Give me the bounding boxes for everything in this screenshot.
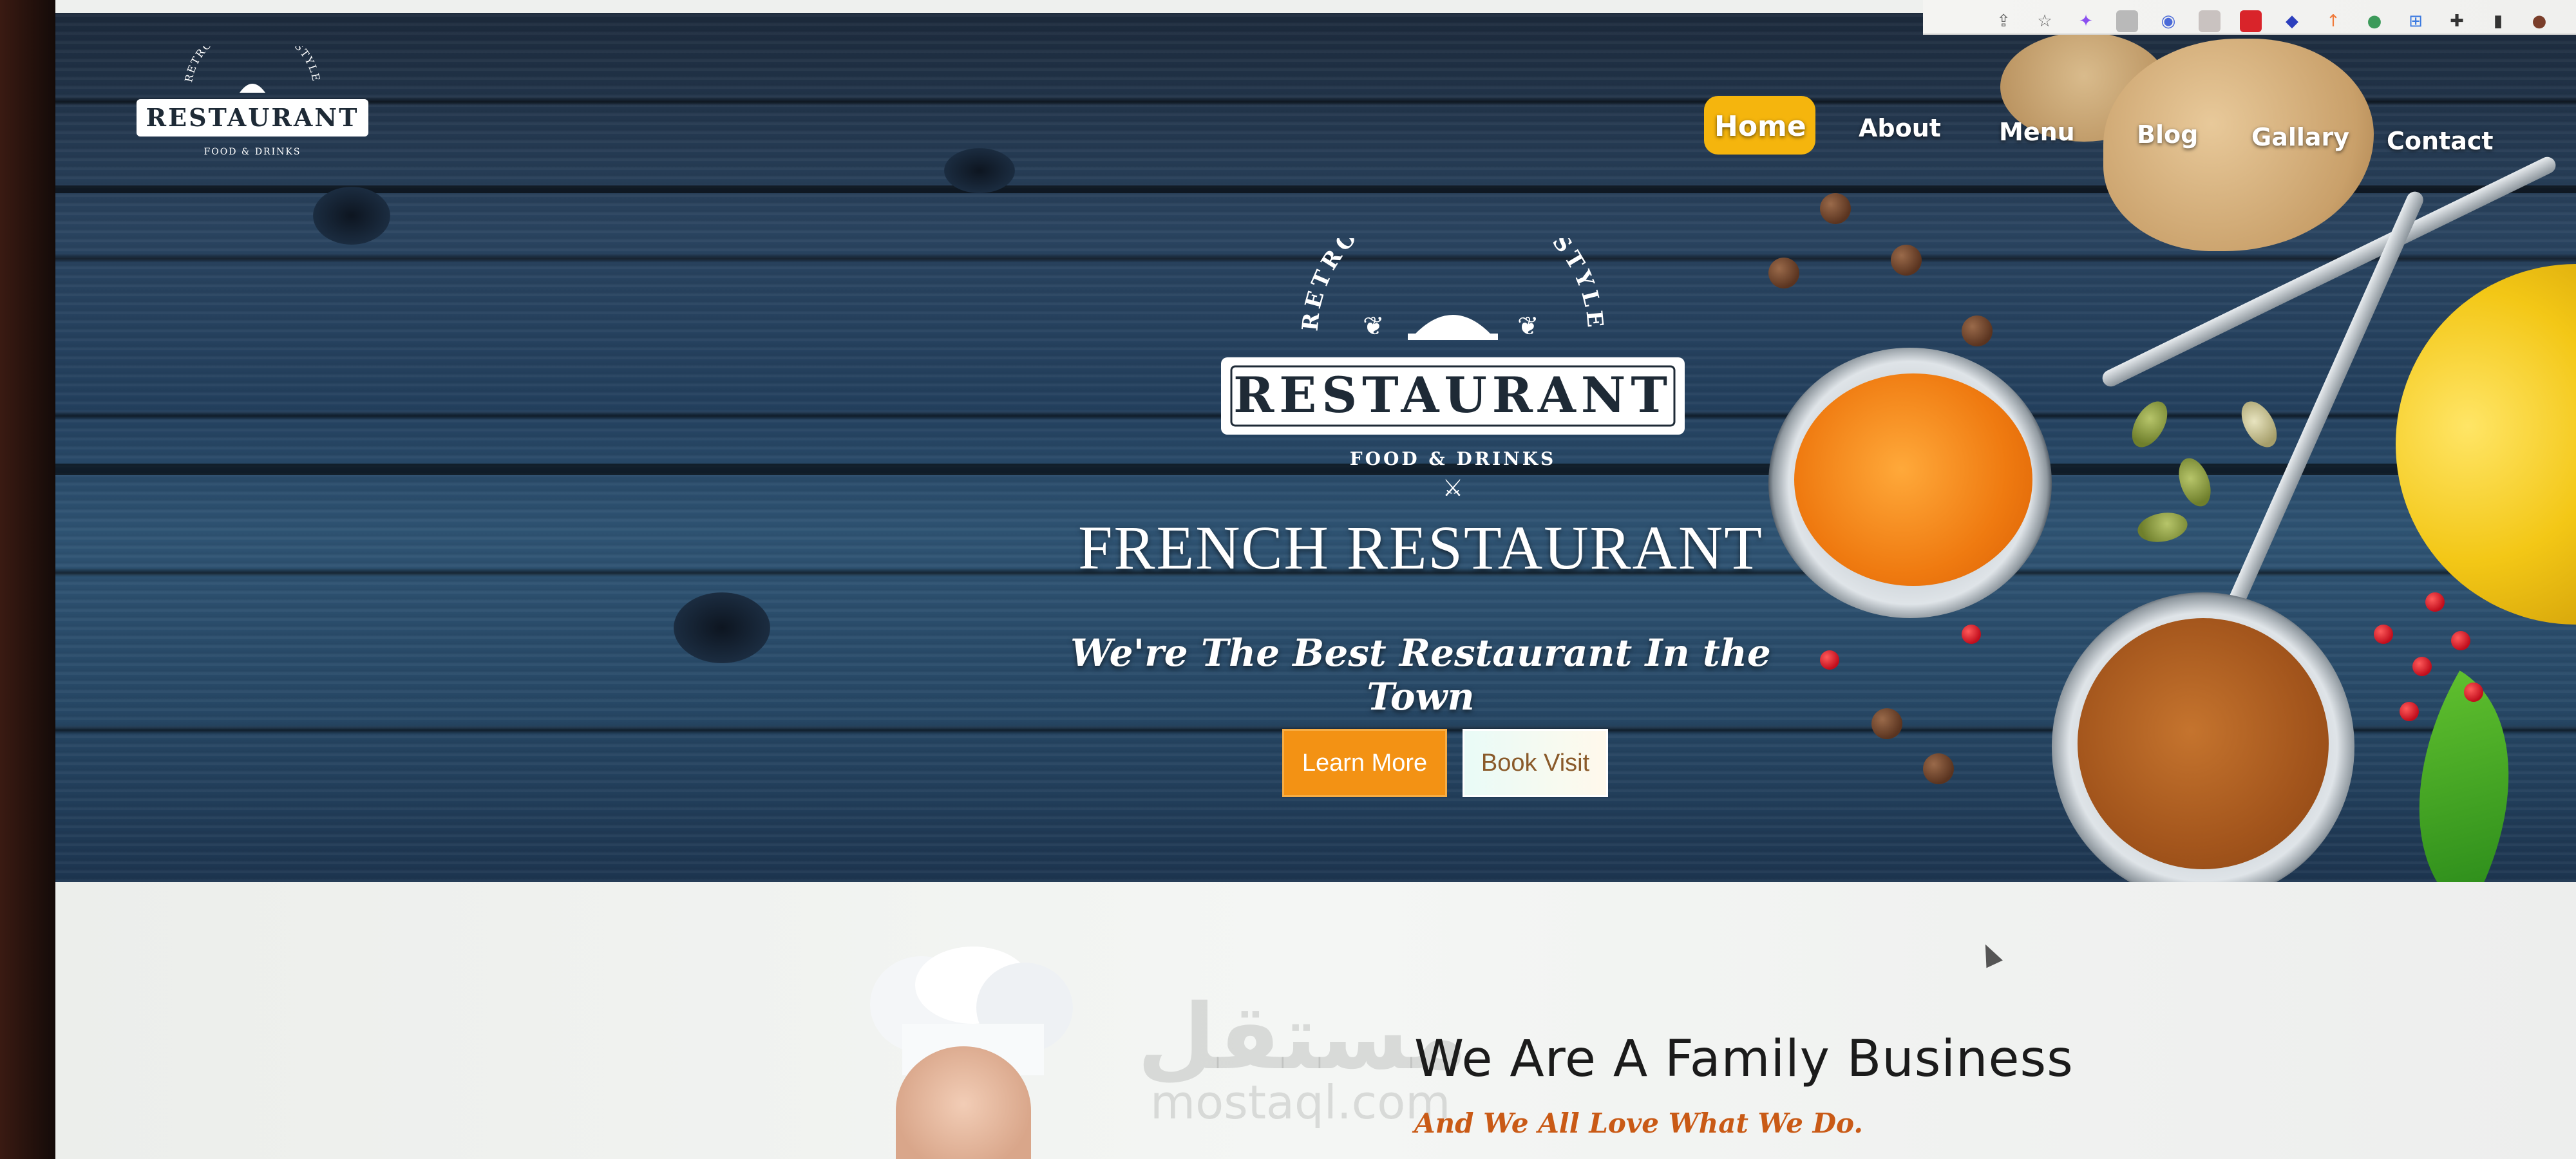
site-logo[interactable]: RETRO AUTHENTIC STYLE RESTAURANT FOOD & … (130, 46, 375, 169)
hero-section: RETRO AUTHENTIC STYLE RESTAURANT FOOD & … (55, 13, 2576, 882)
nav-blog[interactable]: Blog (2137, 120, 2198, 149)
wood-knot (313, 187, 390, 245)
wood-knot (674, 592, 770, 663)
watermark-latin: mostaql.com (1150, 1075, 1451, 1129)
about-title: We Are A Family Business (1414, 1030, 2074, 1088)
cloche-icon (1414, 315, 1492, 335)
hero-logo-tagline: FOOD & DRINKS (1350, 448, 1557, 469)
pink-peppercorn (2412, 657, 2432, 676)
puzzle-ext-icon[interactable]: ✦ (2075, 10, 2097, 32)
nav-about[interactable]: About (1859, 114, 1941, 142)
cloche-icon (240, 84, 265, 93)
ext-red-icon[interactable] (2240, 10, 2262, 32)
ext-photo-icon[interactable] (2199, 10, 2221, 32)
nav-gallery[interactable]: Gallary (2251, 123, 2349, 151)
browser-viewport: RETRO AUTHENTIC STYLE RESTAURANT FOOD & … (55, 0, 2576, 1159)
cloche-base (1408, 334, 1498, 340)
star-icon[interactable]: ☆ (2034, 10, 2056, 32)
monitor-bezel (0, 0, 58, 1159)
book-visit-button[interactable]: Book Visit (1463, 729, 1608, 797)
mouse-cursor (1977, 940, 2003, 968)
extensions-puzzle-icon[interactable]: ✚ (2446, 10, 2468, 32)
sidebar-icon[interactable]: ▮ (2487, 10, 2509, 32)
ext-arrow-icon[interactable]: ↑ (2322, 10, 2344, 32)
pink-peppercorn (1820, 650, 1839, 670)
svg-text:RETRO AUTHENTIC STYLE: RETRO AUTHENTIC STYLE (182, 46, 323, 83)
cardamom-pod (2172, 453, 2217, 511)
main-nav: Home About Menu Blog Gallary Contact (1704, 87, 2541, 171)
about-section: مستقل mostaql.com We Are A Family Busine… (55, 882, 2576, 1159)
pink-peppercorn (2374, 625, 2393, 644)
allspice-berry (1962, 316, 1993, 346)
wood-knot (944, 148, 1015, 193)
browser-toolbar: ⇪ ☆ ✦ ◉ ◆ ↑ ● ⊞ ✚ ▮ ● (1923, 0, 2576, 35)
profile-avatar-icon[interactable]: ● (2528, 10, 2550, 32)
nav-home[interactable]: Home (1704, 96, 1815, 155)
share-icon[interactable]: ⇪ (1993, 10, 2014, 32)
cardamom-pod (2125, 395, 2175, 453)
about-subtitle: And We All Love What We Do. (1414, 1107, 1863, 1139)
translate-icon[interactable]: ⊞ (2405, 10, 2427, 32)
logo-tagline: FOOD & DRINKS (204, 147, 301, 157)
hero-logo: RETRO AUTHENTIC STYLE ❦ ❦ RESTAURANT FOO… (1221, 238, 1685, 502)
ext-circle-icon[interactable]: ◉ (2157, 10, 2179, 32)
pink-peppercorn (1962, 625, 1981, 644)
pink-peppercorn (2464, 683, 2483, 702)
allspice-berry (1768, 258, 1799, 288)
logo-name: RESTAURANT (146, 103, 359, 132)
pink-peppercorn (2425, 592, 2445, 612)
cinnamon-powder (2078, 618, 2329, 869)
bay-leaf-image (2356, 670, 2571, 882)
cardamom-pod (2135, 509, 2190, 546)
ext-gray-icon[interactable] (2116, 10, 2138, 32)
ext-globe-icon[interactable]: ● (2363, 10, 2385, 32)
ext-blue-diamond-icon[interactable]: ◆ (2281, 10, 2303, 32)
hero-title: FRENCH RESTAURANT (1078, 513, 1763, 582)
allspice-berry (1923, 753, 1954, 784)
allspice-berry (1891, 245, 1922, 276)
extension-bar: ⇪ ☆ ✦ ◉ ◆ ↑ ● ⊞ ✚ ▮ ● (1993, 10, 2550, 32)
lemon-image (2396, 264, 2576, 625)
logo-arc-text: RETRO AUTHENTIC STYLE (182, 46, 321, 83)
pink-peppercorn (2451, 631, 2470, 650)
hero-logo-name: RESTAURANT (1233, 366, 1672, 424)
pink-peppercorn (2400, 702, 2419, 721)
nav-contact[interactable]: Contact (2387, 127, 2494, 155)
cardamom-pod (2234, 395, 2284, 453)
flourish-right-icon: ❦ (1517, 312, 1539, 341)
flourish-left-icon: ❦ (1363, 312, 1385, 341)
nav-menu[interactable]: Menu (1999, 118, 2075, 146)
hero-subtitle: We're The Best Restaurant In the Town (1070, 631, 1771, 719)
allspice-berry (1871, 708, 1902, 739)
learn-more-button[interactable]: Learn More (1282, 729, 1447, 797)
fork-knife-icon: ⚔ (1443, 475, 1463, 502)
allspice-berry (1820, 193, 1851, 224)
turmeric-powder (1794, 373, 2032, 586)
